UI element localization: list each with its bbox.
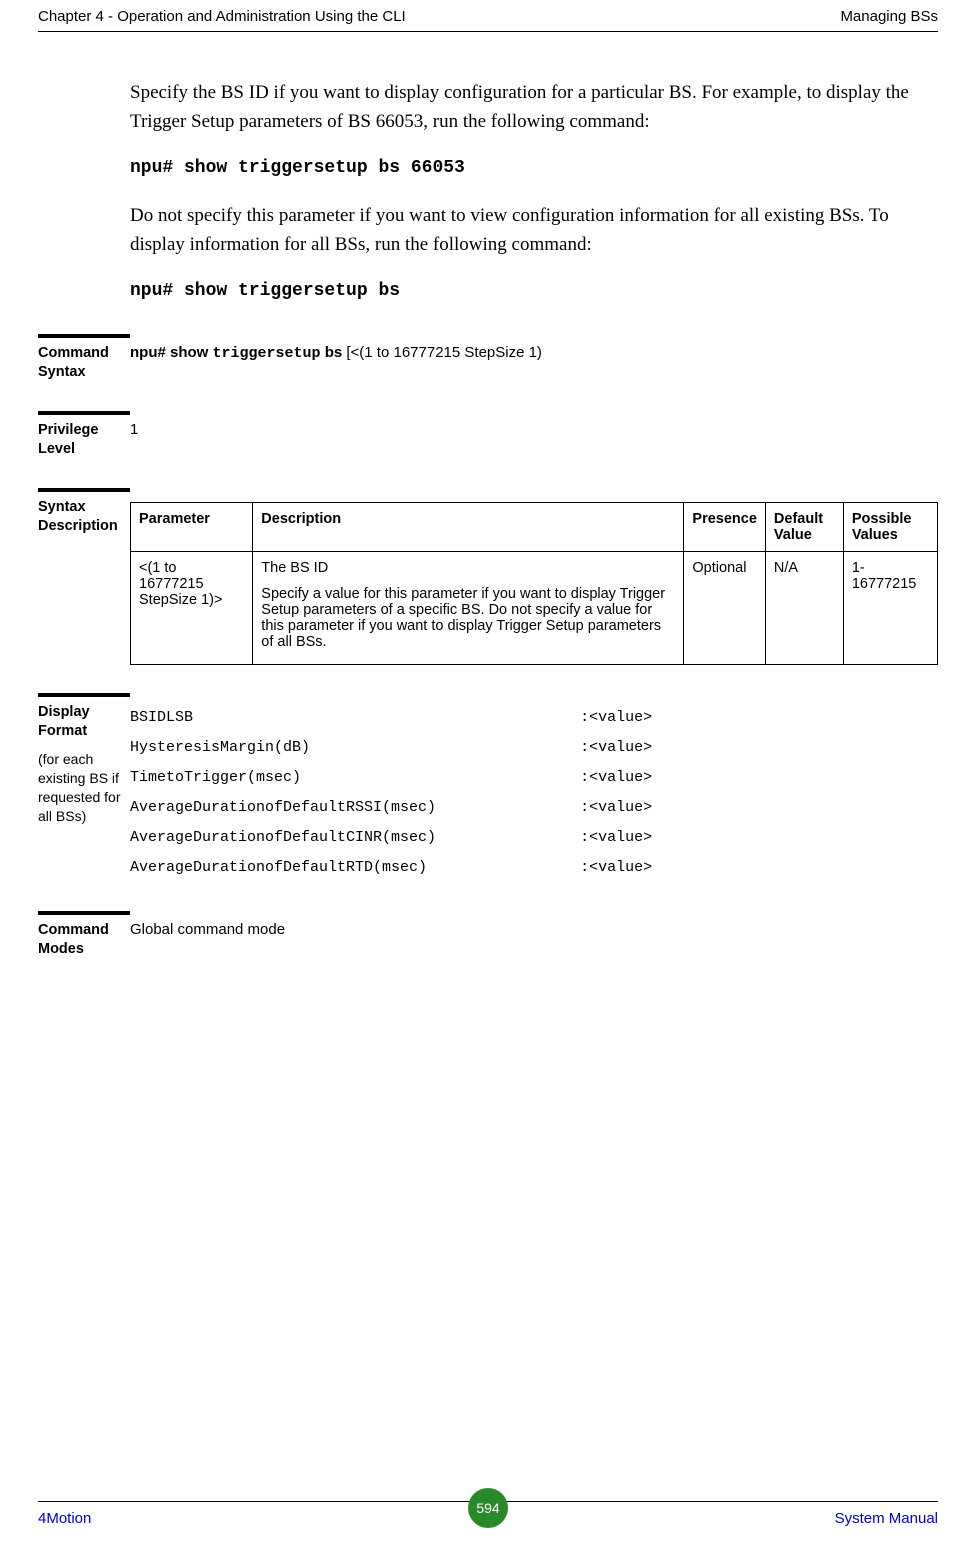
command-example-1: npu# show triggersetup bs 66053 <box>130 155 938 183</box>
df-line-1: HysteresisMargin(dB) :<value> <box>130 739 652 756</box>
desc-line2: Specify a value for this parameter if yo… <box>261 586 675 650</box>
display-format-label: Display Format (for each existing BS if … <box>38 693 130 883</box>
privilege-level-section: Privilege Level 1 <box>38 411 938 460</box>
syntax-description-section: Syntax Description Parameter Description… <box>38 488 938 665</box>
command-syntax-section: Command Syntax npu# show triggersetup bs… <box>38 334 938 383</box>
intro-paragraph-1: Specify the BS ID if you want to display… <box>130 78 938 137</box>
syntax-suffix: [<(1 to 16777215 StepSize 1) <box>346 344 542 361</box>
footer-left: 4Motion <box>38 1510 91 1527</box>
cell-description: The BS ID Specify a value for this param… <box>253 551 684 664</box>
syntax-description-content: Parameter Description Presence Default V… <box>130 488 938 665</box>
command-modes-value: Global command mode <box>130 911 938 960</box>
table-header-row: Parameter Description Presence Default V… <box>131 502 938 551</box>
command-modes-label: Command Modes <box>38 911 130 960</box>
df-line-5: AverageDurationofDefaultRTD(msec) :<valu… <box>130 859 652 876</box>
footer-right: System Manual <box>835 1510 938 1527</box>
command-modes-section: Command Modes Global command mode <box>38 911 938 960</box>
syntax-description-label: Syntax Description <box>38 488 130 665</box>
df-line-3: AverageDurationofDefaultRSSI(msec) :<val… <box>130 799 652 816</box>
th-description: Description <box>253 502 684 551</box>
privilege-level-value: 1 <box>130 411 938 460</box>
parameter-table: Parameter Description Presence Default V… <box>130 502 938 665</box>
cell-default: N/A <box>765 551 843 664</box>
display-format-label-text: Display Format <box>38 704 90 740</box>
cell-parameter: <(1 to 16777215 StepSize 1)> <box>131 551 253 664</box>
intro-paragraph-2: Do not specify this parameter if you wan… <box>130 201 938 260</box>
display-format-section: Display Format (for each existing BS if … <box>38 693 938 883</box>
th-default: Default Value <box>765 502 843 551</box>
syntax-bs: bs <box>321 344 347 361</box>
page-number: 594 <box>468 1488 508 1528</box>
df-line-2: TimetoTrigger(msec) :<value> <box>130 769 652 786</box>
header-right: Managing BSs <box>840 8 938 25</box>
syntax-prefix: npu# show <box>130 344 213 361</box>
th-presence: Presence <box>684 502 766 551</box>
command-syntax-label: Command Syntax <box>38 334 130 383</box>
syntax-bold: triggersetup <box>213 345 321 362</box>
th-parameter: Parameter <box>131 502 253 551</box>
page-header: Chapter 4 - Operation and Administration… <box>38 8 938 32</box>
desc-line1: The BS ID <box>261 560 675 576</box>
privilege-level-label: Privilege Level <box>38 411 130 460</box>
th-possible: Possible Values <box>843 502 937 551</box>
table-row: <(1 to 16777215 StepSize 1)> The BS ID S… <box>131 551 938 664</box>
header-left: Chapter 4 - Operation and Administration… <box>38 8 406 25</box>
display-format-sublabel: (for each existing BS if requested for a… <box>38 750 124 826</box>
page-footer: 4Motion 594 System Manual <box>38 1501 938 1527</box>
command-example-2: npu# show triggersetup bs <box>130 278 938 306</box>
cell-possible: 1-16777215 <box>843 551 937 664</box>
command-syntax-content: npu# show triggersetup bs [<(1 to 167772… <box>130 334 938 383</box>
intro-body: Specify the BS ID if you want to display… <box>130 78 938 306</box>
df-line-4: AverageDurationofDefaultCINR(msec) :<val… <box>130 829 652 846</box>
cell-presence: Optional <box>684 551 766 664</box>
df-line-0: BSIDLSB :<value> <box>130 709 652 726</box>
display-format-content: BSIDLSB :<value> HysteresisMargin(dB) :<… <box>130 693 938 883</box>
